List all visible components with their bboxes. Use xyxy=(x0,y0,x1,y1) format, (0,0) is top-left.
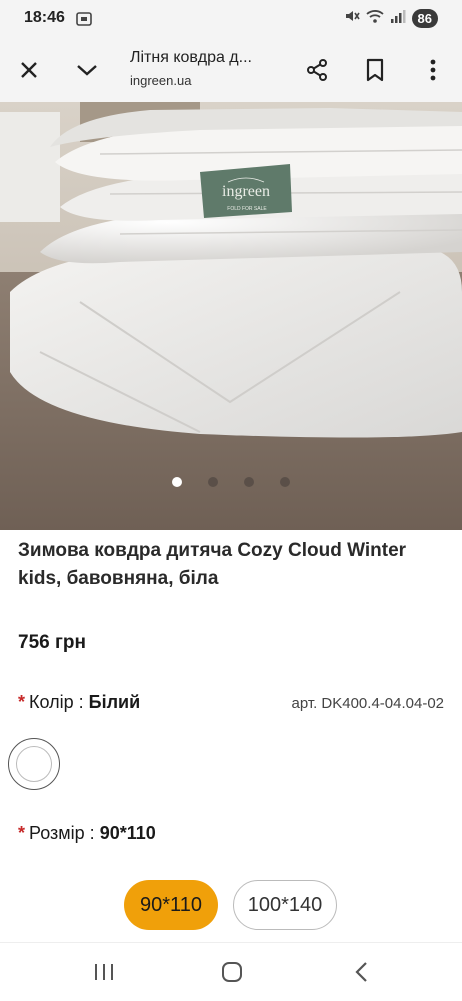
carousel-dot-4[interactable] xyxy=(280,477,290,487)
color-option-row: * Колір : Білий xyxy=(18,692,140,713)
back-icon[interactable] xyxy=(342,957,382,987)
status-time: 18:46 xyxy=(24,9,65,26)
product-title: Зимова ковдра дитяча Cozy Cloud Winter k… xyxy=(18,540,407,589)
product-image[interactable]: ingreen FOLD FOR SALE xyxy=(0,102,462,530)
color-label: Колір : xyxy=(29,692,84,712)
color-swatch-white[interactable] xyxy=(8,738,60,790)
size-label: Розмір : xyxy=(29,823,95,843)
browser-toolbar: Літня ковдра д... ingreen.ua xyxy=(0,38,462,102)
product-price: 756 грн xyxy=(18,632,86,653)
more-icon[interactable] xyxy=(418,55,448,85)
size-option-90x110[interactable]: 90*110 xyxy=(124,880,218,930)
size-option-row: * Розмір : 90*110 xyxy=(18,823,156,844)
system-nav-bar xyxy=(0,942,462,1001)
mute-icon xyxy=(344,8,360,29)
page-title[interactable]: Літня ковдра д... xyxy=(130,49,290,67)
carousel-dots xyxy=(0,474,462,490)
carousel-dot-2[interactable] xyxy=(208,477,218,487)
home-icon[interactable] xyxy=(212,957,252,987)
brand-label: ingreen FOLD FOR SALE xyxy=(200,164,292,218)
recents-icon[interactable] xyxy=(84,957,124,987)
carousel-dot-1[interactable] xyxy=(172,477,182,487)
battery-badge: 86 xyxy=(411,9,438,28)
color-value: Білий xyxy=(88,692,141,712)
swatch-fill xyxy=(16,746,52,782)
size-value: 90*110 xyxy=(99,823,156,843)
brand-label-tagline: FOLD FOR SALE xyxy=(227,206,267,212)
required-mark: * xyxy=(18,823,26,843)
screenshot-icon xyxy=(76,11,92,32)
wifi-icon xyxy=(365,8,384,29)
chevron-down-icon[interactable] xyxy=(72,55,102,85)
product-sku: арт. DK400.4-04.04-02 xyxy=(291,695,444,712)
bookmark-icon[interactable] xyxy=(360,55,390,85)
carousel-dot-3[interactable] xyxy=(244,477,254,487)
status-bar: 18:46 86 xyxy=(0,0,462,38)
page-url[interactable]: ingreen.ua xyxy=(130,73,191,88)
share-icon[interactable] xyxy=(302,55,332,85)
size-option-100x140[interactable]: 100*140 xyxy=(233,880,337,930)
close-icon[interactable] xyxy=(14,55,44,85)
brand-label-text: ingreen xyxy=(222,183,270,200)
required-mark: * xyxy=(18,692,26,712)
signal-icon xyxy=(390,8,406,29)
